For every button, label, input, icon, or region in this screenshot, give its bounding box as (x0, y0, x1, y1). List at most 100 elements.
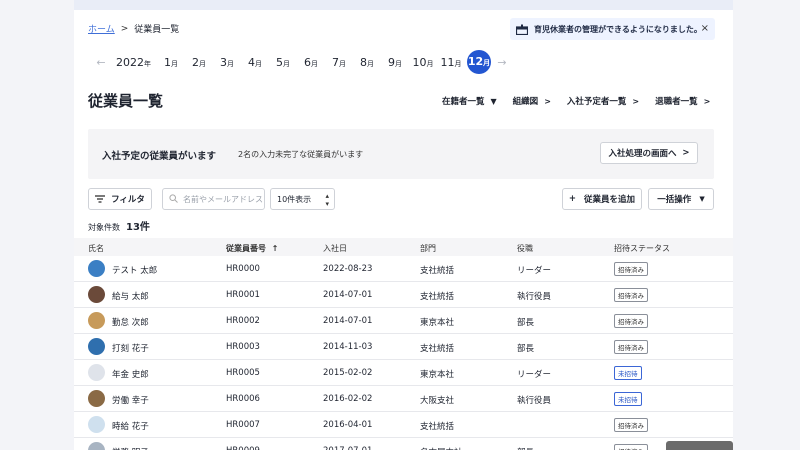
employee-id: HR0000 (226, 264, 260, 274)
avatar (88, 416, 105, 433)
bulk-action-button[interactable]: 一括操作 ▼ (648, 188, 714, 210)
employee-name[interactable]: 給与 太郎 (112, 290, 149, 302)
close-icon[interactable]: × (701, 23, 709, 34)
col-employee-id[interactable]: 従業員番号 ↑ (226, 243, 278, 254)
department: 東京本社 (420, 370, 455, 380)
next-month-arrow-icon[interactable]: → (493, 56, 511, 69)
link-joining-employees[interactable]: 入社予定者一覧 > (567, 95, 640, 108)
caret-down-icon: ▼ (699, 195, 705, 203)
employee-id: HR0007 (226, 420, 260, 430)
employee-name[interactable]: 労働 幸子 (112, 394, 149, 406)
col-name[interactable]: 氏名 (88, 243, 104, 254)
view-links: 在籍者一覧 ▼ 組織図 > 入社予定者一覧 > 退職者一覧 > (442, 95, 726, 108)
link-current-employees[interactable]: 在籍者一覧 ▼ (442, 95, 497, 108)
position: 執行役員 (517, 292, 552, 302)
avatar (88, 390, 105, 407)
employee-name[interactable]: 打刻 花子 (112, 342, 149, 354)
list-toolbar: フィルタ 名前やメールアドレス 10件表示 ▴ ▾ + 従業員を追加 一括操作 ▼ (88, 188, 714, 210)
status-badge: 未招待 (614, 392, 642, 406)
col-department[interactable]: 部門 (420, 243, 436, 254)
join-date: 2014-11-03 (323, 342, 373, 352)
month-3[interactable]: 3月 (213, 56, 241, 69)
department: 支社統括 (420, 266, 455, 276)
search-icon (169, 194, 178, 203)
department: 支社統括 (420, 344, 455, 354)
gift-icon (516, 24, 528, 35)
status-badge: 招待済み (614, 262, 648, 276)
position: 部長 (517, 344, 535, 354)
employee-name[interactable]: 時給 花子 (112, 420, 149, 432)
breadcrumb-current: 従業員一覧 (134, 25, 180, 35)
table-row[interactable]: 労働 幸子 HR0006 2016-02-02 大阪支社 執行役員 未招待 (74, 386, 733, 412)
month-11[interactable]: 11月 (437, 56, 465, 69)
breadcrumb-home-link[interactable]: ホーム (88, 22, 115, 35)
status-badge: 未招待 (614, 366, 642, 380)
add-employee-button[interactable]: + 従業員を追加 (562, 188, 642, 210)
employee-id: HR0006 (226, 394, 260, 404)
table-row[interactable]: 労務 明子 HR0009 2017-07-01 名古屋支社 部長 招待済み (74, 438, 733, 450)
avatar (88, 442, 105, 450)
result-count: 対象件数 13件 (88, 222, 150, 233)
status-badge: 招待済み (614, 314, 648, 328)
avatar (88, 260, 105, 277)
per-page-select[interactable]: 10件表示 ▴ ▾ (270, 188, 335, 210)
banner-message: 2名の入力未完了な従業員がいます (238, 150, 364, 159)
top-stripe (74, 0, 733, 10)
month-6[interactable]: 6月 (297, 56, 325, 69)
avatar (88, 286, 105, 303)
employee-id: HR0005 (226, 368, 260, 378)
table-row[interactable]: 時給 花子 HR0007 2016-04-01 支社統括 招待済み (74, 412, 733, 438)
chevron-right-icon: > (632, 96, 640, 106)
employee-name[interactable]: 勤怠 次郎 (112, 316, 149, 328)
month-2[interactable]: 2月 (185, 56, 213, 69)
employee-name[interactable]: 労務 明子 (112, 446, 149, 450)
chevron-right-icon: > (544, 96, 551, 106)
department: 支社統括 (420, 292, 455, 302)
employee-name[interactable]: 年金 史郎 (112, 368, 149, 380)
prev-month-arrow-icon[interactable]: ← (92, 56, 110, 69)
position: リーダー (517, 370, 552, 380)
employee-id: HR0001 (226, 290, 260, 300)
table-row[interactable]: テスト 太郎 HR0000 2022-08-23 支社統括 リーダー 招待済み (74, 256, 733, 282)
position: 部長 (517, 446, 534, 450)
month-7[interactable]: 7月 (325, 56, 353, 69)
col-position[interactable]: 役職 (517, 243, 533, 254)
month-8[interactable]: 8月 (353, 56, 381, 69)
page-title: 従業員一覧 (88, 92, 164, 110)
employee-id: HR0002 (226, 316, 260, 326)
month-4[interactable]: 4月 (241, 56, 269, 69)
month-10[interactable]: 10月 (409, 56, 437, 69)
go-onboarding-button[interactable]: 入社処理の画面へ > (600, 142, 698, 164)
month-selected[interactable]: 12月 (467, 50, 491, 74)
table-row[interactable]: 年金 史郎 HR0005 2015-02-02 東京本社 リーダー 未招待 (74, 360, 733, 386)
month-5[interactable]: 5月 (269, 56, 297, 69)
status-badge: 招待済み (614, 340, 648, 354)
department: 名古屋支社 (420, 446, 463, 450)
caret-down-icon: ▼ (490, 96, 497, 106)
table-row[interactable]: 勤怠 次郎 HR0002 2014-07-01 東京本社 部長 招待済み (74, 308, 733, 334)
joining-banner: 入社予定の従業員がいます 2名の入力未完了な従業員がいます 入社処理の画面へ > (88, 129, 714, 179)
select-arrows-icon: ▴ ▾ (325, 192, 329, 208)
feature-notice: 育児休業者の管理ができるようになりました。 × (510, 18, 715, 40)
filter-icon (95, 195, 106, 203)
employee-list-page: ホーム > 従業員一覧 育児休業者の管理ができるようになりました。 × ← 20… (74, 10, 733, 450)
col-invite-status[interactable]: 招待ステータス (614, 243, 670, 254)
filter-button[interactable]: フィルタ (88, 188, 152, 210)
table-row[interactable]: 給与 太郎 HR0001 2014-07-01 支社統括 執行役員 招待済み (74, 282, 733, 308)
join-date: 2016-02-02 (323, 394, 373, 404)
month-1[interactable]: 1月 (157, 56, 185, 69)
col-join-date[interactable]: 入社日 (323, 243, 347, 254)
position: 部長 (517, 318, 535, 328)
table-row[interactable]: 打刻 花子 HR0003 2014-11-03 支社統括 部長 招待済み (74, 334, 733, 360)
link-org-chart[interactable]: 組織図 > (513, 95, 551, 108)
search-input[interactable]: 名前やメールアドレス (162, 188, 265, 210)
employee-name[interactable]: テスト 太郎 (112, 264, 157, 276)
bottom-tab[interactable] (666, 441, 733, 450)
join-date: 2015-02-02 (323, 368, 373, 378)
status-badge: 招待済み (614, 288, 648, 302)
month-9[interactable]: 9月 (381, 56, 409, 69)
join-date: 2016-04-01 (323, 420, 373, 430)
link-retired-employees[interactable]: 退職者一覧 > (655, 95, 710, 108)
employee-table-body: テスト 太郎 HR0000 2022-08-23 支社統括 リーダー 招待済み 給与 太郎 H… (74, 256, 733, 450)
table-header: 氏名 従業員番号 ↑ 入社日 部門 役職 招待ステータス (74, 238, 733, 256)
